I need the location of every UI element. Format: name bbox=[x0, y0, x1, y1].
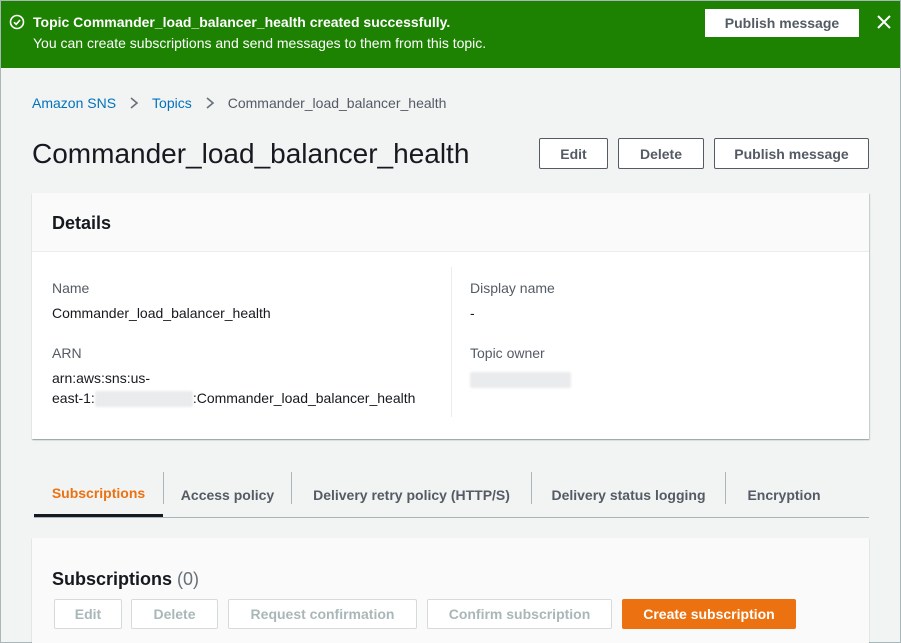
subscriptions-title: Subscriptions bbox=[52, 569, 173, 589]
arn-label: ARN bbox=[52, 345, 82, 361]
details-heading: Details bbox=[52, 213, 112, 233]
create-subscription-button[interactable]: Create subscription bbox=[622, 599, 796, 629]
delete-button[interactable]: Delete bbox=[618, 138, 704, 169]
flash-description: You can create subscriptions and send me… bbox=[33, 35, 487, 51]
arn-value-line2: east-1: :Commander_load_balancer_health bbox=[52, 390, 416, 408]
details-header: Details bbox=[32, 193, 869, 252]
subscription-edit-button[interactable]: Edit bbox=[54, 599, 122, 629]
tab-delivery-status-logging[interactable]: Delivery status logging bbox=[532, 472, 725, 517]
confirm-subscription-button[interactable]: Confirm subscription bbox=[427, 599, 612, 629]
breadcrumb-topics[interactable]: Topics bbox=[152, 95, 192, 111]
name-label: Name bbox=[52, 280, 90, 296]
chevron-right-icon bbox=[192, 96, 228, 110]
subscriptions-heading: Subscriptions (0) bbox=[52, 569, 199, 590]
tab-subscriptions[interactable]: Subscriptions bbox=[34, 472, 163, 517]
arn-region-prefix: east-1: bbox=[52, 390, 95, 406]
display-name-label: Display name bbox=[470, 280, 555, 296]
breadcrumb-current: Commander_load_balancer_health bbox=[227, 95, 447, 111]
display-name-value: - bbox=[470, 305, 475, 321]
close-icon[interactable] bbox=[875, 13, 893, 31]
topic-tabs: Subscriptions Access policy Delivery ret… bbox=[34, 472, 869, 518]
request-confirmation-button[interactable]: Request confirmation bbox=[228, 599, 417, 629]
chevron-right-icon bbox=[116, 96, 152, 110]
flash-title: Topic Commander_load_balancer_health cre… bbox=[33, 14, 451, 30]
breadcrumb: Amazon SNS Topics Commander_load_balance… bbox=[32, 95, 446, 111]
topic-owner-label: Topic owner bbox=[470, 345, 545, 361]
name-value: Commander_load_balancer_health bbox=[52, 305, 271, 321]
details-panel: Details Name Commander_load_balancer_hea… bbox=[32, 193, 869, 439]
tab-delivery-retry-policy[interactable]: Delivery retry policy (HTTP/S) bbox=[292, 472, 531, 517]
arn-value-line1: arn:aws:sns:us- bbox=[52, 370, 151, 386]
tab-access-policy[interactable]: Access policy bbox=[164, 472, 291, 517]
redacted-account-id bbox=[94, 391, 193, 408]
subscriptions-panel: Subscriptions (0) Edit Delete Request co… bbox=[32, 538, 869, 643]
column-divider bbox=[451, 267, 452, 417]
breadcrumb-amazon-sns[interactable]: Amazon SNS bbox=[32, 95, 116, 111]
tab-encryption[interactable]: Encryption bbox=[726, 472, 842, 517]
publish-message-button[interactable]: Publish message bbox=[714, 138, 869, 169]
flash-publish-message-button[interactable]: Publish message bbox=[705, 9, 859, 37]
subscription-delete-button[interactable]: Delete bbox=[131, 599, 218, 629]
redacted-owner-id bbox=[470, 372, 571, 389]
success-flash-banner: Topic Commander_load_balancer_health cre… bbox=[1, 1, 900, 68]
subscriptions-count: (0) bbox=[177, 569, 200, 589]
page-title: Commander_load_balancer_health bbox=[32, 138, 470, 169]
edit-button[interactable]: Edit bbox=[539, 138, 608, 169]
arn-topic-suffix: :Commander_load_balancer_health bbox=[192, 390, 416, 406]
check-circle-icon bbox=[9, 14, 25, 30]
topic-owner-value bbox=[470, 371, 571, 389]
